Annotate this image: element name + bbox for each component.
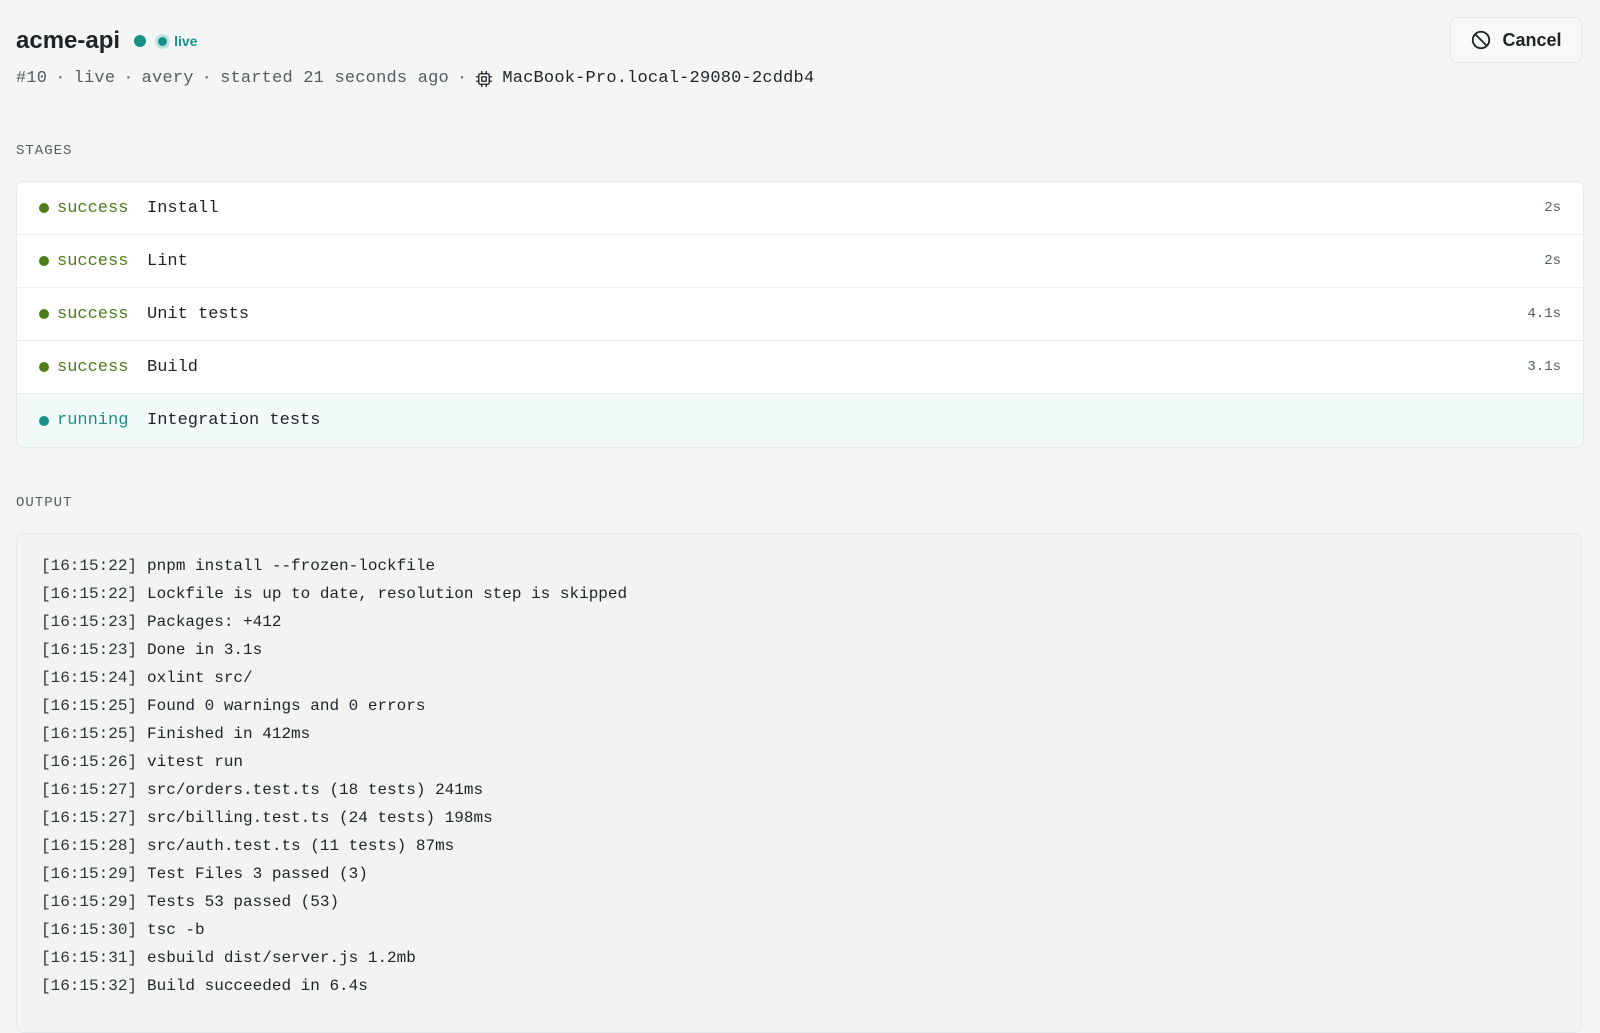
log-timestamp: [16:15:32]: [41, 977, 138, 995]
cancel-button[interactable]: Cancel: [1450, 17, 1582, 63]
stage-name: Unit tests: [147, 304, 250, 324]
stage-status: success: [57, 198, 129, 218]
stage-row[interactable]: success Build 3.1s: [17, 341, 1583, 394]
log-timestamp: [16:15:29]: [41, 893, 138, 911]
output-log[interactable]: [16:15:22] pnpm install --frozen-lockfile…: [16, 533, 1582, 1033]
log-line: [16:15:23] Packages: +412: [41, 608, 1557, 636]
log-line: [16:15:29] Tests 53 passed (53): [41, 888, 1557, 916]
log-text: pnpm install --frozen-lockfile: [147, 557, 436, 575]
status-dot-icon: [134, 35, 147, 47]
stage-status: success: [57, 251, 129, 271]
stage-name: Lint: [147, 251, 188, 271]
stage-duration: 4.1s: [1527, 306, 1561, 322]
live-badge: live: [158, 33, 197, 49]
run-host: MacBook-Pro.local-29080-2cddb4: [475, 69, 814, 88]
stage-row[interactable]: success Lint 2s: [17, 235, 1583, 288]
log-text: Packages: +412: [147, 613, 282, 631]
log-text: Found 0 warnings and 0 errors: [147, 697, 426, 715]
log-line: [16:15:25] Finished in 412ms: [41, 720, 1557, 748]
log-text: Finished in 412ms: [147, 725, 311, 743]
log-line: [16:15:27] src/billing.test.ts (24 tests)…: [41, 804, 1557, 832]
log-timestamp: [16:15:30]: [41, 921, 138, 939]
stage-status: success: [57, 357, 129, 377]
log-text: Build succeeded in 6.4s: [147, 977, 368, 995]
chip-icon: [476, 70, 493, 87]
log-text: Done in 3.1s: [147, 641, 263, 659]
status-dot-icon: [39, 309, 49, 319]
title-row: acme-api live: [16, 24, 1584, 58]
meta-separator: ·: [123, 69, 134, 88]
run-number: #10: [16, 69, 48, 88]
log-line: [16:15:30] tsc -b: [41, 916, 1557, 944]
output-section-label: OUTPUT: [16, 495, 73, 511]
pipeline-run-page: acme-api live #10 · live · avery · start…: [0, 0, 1600, 1033]
log-line: [16:15:26] vitest run: [41, 748, 1557, 776]
run-started: started 21 seconds ago: [220, 69, 449, 88]
log-line: [16:15:25] Found 0 warnings and 0 errors: [41, 692, 1557, 720]
log-timestamp: [16:15:23]: [41, 613, 138, 631]
log-timestamp: [16:15:24]: [41, 669, 138, 687]
log-line: [16:15:32] Build succeeded in 6.4s: [41, 972, 1557, 1000]
stage-row[interactable]: running Integration tests: [17, 394, 1583, 447]
log-text: vitest run: [147, 753, 244, 771]
run-host-name: MacBook-Pro.local-29080-2cddb4: [502, 69, 815, 88]
log-line: [16:15:31] esbuild dist/server.js 1.2mb: [41, 944, 1557, 972]
ban-circle-icon: [1472, 30, 1491, 50]
log-line: [16:15:27] src/orders.test.ts (18 tests) …: [41, 776, 1557, 804]
log-line: [16:15:29] Test Files 3 passed (3): [41, 860, 1557, 888]
status-dot-icon: [39, 203, 49, 213]
stage-row[interactable]: success Install 2s: [17, 182, 1583, 235]
stage-status: success: [57, 304, 129, 324]
log-text: Test Files 3 passed (3): [147, 865, 368, 883]
log-text: Tests 53 passed (53): [147, 893, 340, 911]
meta-separator: ·: [456, 69, 468, 88]
stages-list: success Install 2s success Lint 2s success Unit…: [16, 181, 1584, 448]
stage-row[interactable]: success Unit tests 4.1s: [17, 288, 1583, 341]
log-timestamp: [16:15:31]: [41, 949, 138, 967]
log-text: src/auth.test.ts (11 tests) 87ms: [147, 837, 455, 855]
stage-duration: 2s: [1544, 253, 1561, 269]
log-line: [16:15:23] Done in 3.1s: [41, 636, 1557, 664]
status-dot-icon: [39, 256, 49, 266]
log-text: src/billing.test.ts (24 tests) 198ms: [147, 809, 493, 827]
run-user: avery: [141, 69, 194, 88]
stage-duration: 2s: [1544, 200, 1561, 216]
log-line: [16:15:22] Lockfile is up to date, resolu…: [41, 580, 1557, 608]
run-meta: #10 · live · avery · started 21 seconds …: [16, 69, 1584, 88]
stage-name: Build: [147, 357, 199, 377]
stage-name: Integration tests: [147, 411, 321, 430]
log-text: tsc -b: [147, 921, 205, 939]
pipeline-title: acme-api: [16, 27, 121, 54]
log-text: Lockfile is up to date, resolution step …: [147, 585, 628, 603]
live-pulse-icon: [158, 36, 168, 46]
log-line: [16:15:24] oxlint src/: [41, 664, 1557, 692]
log-timestamp: [16:15:27]: [41, 809, 138, 827]
log-timestamp: [16:15:23]: [41, 641, 138, 659]
live-badge-label: live: [174, 33, 198, 49]
log-line: [16:15:22] pnpm install --frozen-lockfile: [41, 552, 1557, 580]
log-text: esbuild dist/server.js 1.2mb: [147, 949, 416, 967]
log-text: src/orders.test.ts (18 tests) 241ms: [147, 781, 484, 799]
stage-duration: 3.1s: [1527, 359, 1561, 375]
log-timestamp: [16:15:22]: [41, 585, 138, 603]
run-header: acme-api live #10 · live · avery · start…: [16, 24, 1584, 94]
stage-status: running: [57, 411, 129, 430]
status-dot-icon: [39, 415, 49, 426]
log-timestamp: [16:15:28]: [41, 837, 138, 855]
stages-section-label: STAGES: [16, 143, 73, 159]
log-text: oxlint src/: [147, 669, 253, 687]
run-status-text: live: [73, 69, 116, 88]
stage-name: Install: [147, 198, 219, 218]
log-line: [16:15:28] src/auth.test.ts (11 tests) 87…: [41, 832, 1557, 860]
meta-separator: ·: [55, 69, 66, 88]
status-dot-icon: [39, 362, 49, 372]
cancel-button-label: Cancel: [1502, 29, 1562, 50]
log-timestamp: [16:15:29]: [41, 865, 138, 883]
log-timestamp: [16:15:22]: [41, 557, 138, 575]
log-timestamp: [16:15:25]: [41, 725, 138, 743]
log-timestamp: [16:15:27]: [41, 781, 138, 799]
log-timestamp: [16:15:25]: [41, 697, 138, 715]
meta-separator: ·: [201, 69, 213, 88]
log-timestamp: [16:15:26]: [41, 753, 138, 771]
